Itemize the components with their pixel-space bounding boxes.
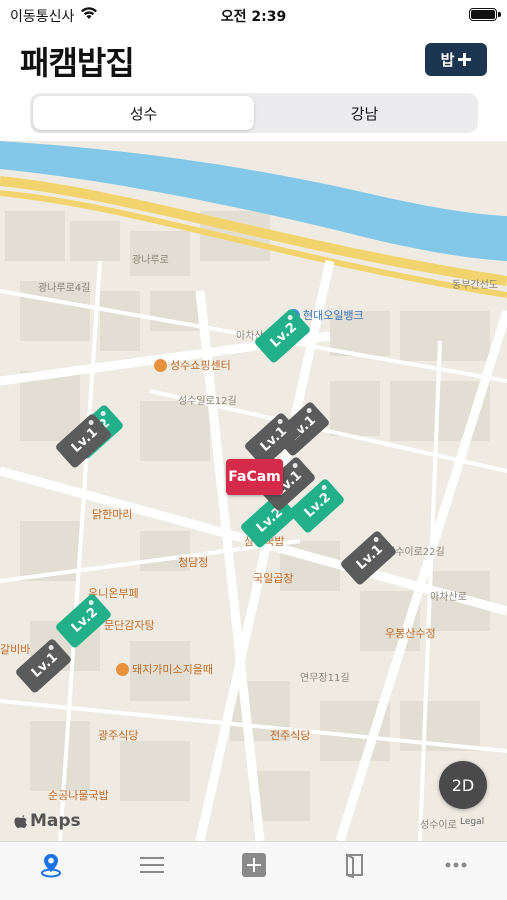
add-restaurant-button[interactable]: 밥 [425,43,487,76]
poi-restaurant[interactable]: 우봉산수정 [385,625,436,641]
poi-restaurant[interactable]: 문단감자탕 [104,617,155,633]
road-label: 광나루로4길 [38,283,91,294]
selected-marker-facam[interactable]: FaCam [226,459,283,495]
poi-restaurant[interactable]: 전주식당 [270,727,310,743]
add-square-icon [241,853,266,877]
plus-icon [458,53,472,66]
road-label: 광나루로 [132,255,169,266]
map-view[interactable]: 동부간선도 광나루로 아차산로7길 성수일로12길 성수이로22길 아차산로 연… [0,141,507,841]
tab-more[interactable] [406,842,507,900]
tab-bar [0,841,507,900]
more-icon [445,862,467,868]
clock: 오전 2:39 [220,9,287,25]
tab-map[interactable] [0,842,101,900]
tab-list[interactable] [101,842,202,900]
page-title: 패캠밥집 [20,44,135,82]
restaurant-icon [116,662,129,676]
segment-gangnam[interactable]: 강남 [254,96,475,130]
road-label: 동부간선도 [452,280,498,291]
road-label: 성수이로 [420,820,457,831]
list-icon [140,857,165,873]
road-label: 성수일로12길 [178,396,237,407]
tab-book[interactable] [304,842,405,900]
view-mode-toggle-button[interactable]: 2D [439,761,487,809]
apple-logo-icon [14,815,27,828]
segment-seongsu[interactable]: 성수 [33,96,254,130]
shopping-icon [154,358,167,372]
poi-restaurant[interactable]: 순공나물국밥 [48,787,109,803]
tab-add[interactable] [203,842,304,900]
poi-shopping-center[interactable]: 성수쇼핑센터 [154,357,231,373]
location-pin-icon [40,854,61,878]
legal-link[interactable]: Legal [460,817,484,827]
road-label: 연무장11길 [300,673,350,684]
poi-restaurant[interactable]: 청담정 [178,554,208,570]
poi-restaurant[interactable]: 닭한마리 [92,506,132,522]
apple-maps-attribution: Maps [14,811,81,831]
book-icon [345,853,363,878]
poi-restaurant[interactable]: 광주식당 [98,727,138,743]
status-bar: 이동통신사 오전 2:39 [0,0,507,30]
poi-restaurant[interactable]: 국일곱창 [253,570,293,586]
add-button-label: 밥 [440,51,455,69]
area-segmented-control: 성수 강남 [30,93,478,133]
battery-icon [469,8,497,21]
road-label: 아차산로 [430,592,467,603]
poi-restaurant[interactable]: 갈비바 [0,641,30,657]
poi-restaurant[interactable]: 돼지가미소지을때 [116,661,213,677]
